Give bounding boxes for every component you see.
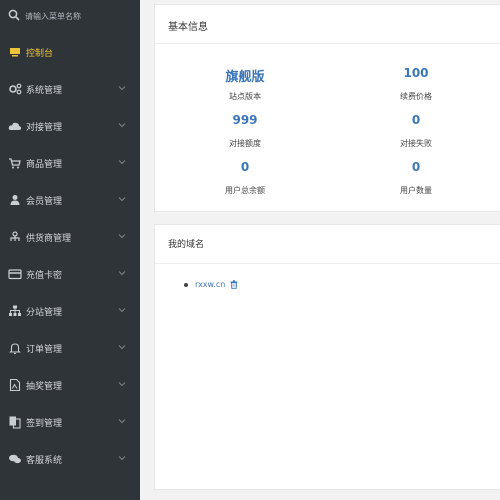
divider [155, 43, 500, 44]
trash-icon[interactable] [230, 280, 238, 289]
user-icon [10, 195, 20, 205]
bullet [184, 282, 188, 287]
card-title: 我的域名 [168, 240, 205, 250]
divider [155, 263, 500, 264]
chevron-down-icon [118, 419, 126, 424]
chevron-down-icon [118, 86, 126, 91]
sidebar-item-suppliers[interactable]: 供货商管理 [0, 219, 140, 255]
sidebar-item-members[interactable]: 会员管理 [0, 182, 140, 218]
sidebar-item-substations[interactable]: 分站管理 [0, 293, 140, 329]
card-title: 基本信息 [168, 22, 208, 33]
sidebar-item-label: 订单管理 [26, 345, 63, 355]
stat-label-docking-quota: 对接额度 [229, 139, 261, 148]
sidebar-item-label: 控制台 [26, 49, 54, 59]
stat-label-renewal-price: 续费价格 [400, 92, 432, 101]
sidebar-item-label: 系统管理 [26, 86, 63, 96]
sidebar-item-label: 抽奖管理 [26, 382, 63, 392]
sidebar: 请输入菜单名称 控制台 系统管理 对接管理 商品管理 会员管理 供货商管理 充值… [0, 0, 140, 500]
sidebar-item-dashboard[interactable]: 控制台 [0, 34, 140, 70]
sidebar-item-label: 会员管理 [26, 197, 63, 207]
sidebar-item-lottery[interactable]: 抽奖管理 [0, 367, 140, 403]
stat-value-renewal-price: 100 [403, 66, 429, 80]
cart-icon [9, 158, 21, 169]
chevron-down-icon [118, 123, 126, 128]
monitor-icon [10, 48, 20, 57]
sidebar-item-label: 客服系统 [26, 456, 63, 466]
document-icon [9, 378, 21, 392]
cloud-icon [8, 122, 22, 130]
my-domains-card: 我的域名 rxxw.cn [154, 224, 500, 490]
sidebar-item-orders[interactable]: 订单管理 [0, 330, 140, 366]
chat-icon [9, 454, 21, 464]
sidebar-item-recharge-cards[interactable]: 充值卡密 [0, 256, 140, 292]
sidebar-item-checkin[interactable]: 签到管理 [0, 404, 140, 440]
search-placeholder: 请输入菜单名称 [25, 12, 81, 21]
card-icon [8, 269, 22, 280]
chevron-down-icon [118, 456, 126, 461]
sidebar-item-customer-service[interactable]: 客服系统 [0, 441, 140, 477]
sidebar-item-label: 签到管理 [26, 419, 63, 429]
chevron-down-icon [118, 382, 126, 387]
chevron-down-icon [118, 197, 126, 202]
sidebar-item-label: 分站管理 [26, 308, 63, 318]
gears-icon [9, 83, 22, 95]
chevron-down-icon [118, 271, 126, 276]
sitemap-icon [9, 305, 21, 316]
stat-value-user-balance: 0 [240, 160, 250, 174]
sidebar-item-docking[interactable]: 对接管理 [0, 108, 140, 144]
sidebar-item-products[interactable]: 商品管理 [0, 145, 140, 181]
basic-info-card: 基本信息 旗舰版 站点版本 100 续费价格 999 对接额度 0 对接失败 0… [154, 4, 500, 212]
sidebar-item-label: 对接管理 [26, 123, 63, 133]
supplier-icon [10, 231, 20, 241]
stat-label-user-balance: 用户总余额 [225, 186, 265, 195]
sidebar-item-label: 商品管理 [26, 160, 63, 170]
chevron-down-icon [118, 160, 126, 165]
main-content: 基本信息 旗舰版 站点版本 100 续费价格 999 对接额度 0 对接失败 0… [140, 0, 500, 500]
stat-label-version: 站点版本 [229, 92, 261, 101]
stat-value-version: 旗舰版 [225, 70, 265, 85]
sidebar-item-label: 供货商管理 [26, 234, 72, 244]
stat-label-user-count: 用户数量 [400, 186, 432, 195]
domain-link[interactable]: rxxw.cn [195, 280, 225, 289]
chevron-down-icon [118, 234, 126, 239]
list-item: rxxw.cn [184, 280, 238, 289]
search-icon [8, 9, 20, 21]
stat-label-docking-failed: 对接失败 [400, 139, 432, 148]
bell-icon [9, 343, 21, 355]
chevron-down-icon [118, 345, 126, 350]
menu-search[interactable]: 请输入菜单名称 [0, 0, 140, 34]
stat-value-docking-failed: 0 [411, 113, 421, 127]
stat-value-user-count: 0 [411, 160, 421, 174]
sidebar-item-system[interactable]: 系统管理 [0, 71, 140, 107]
chevron-down-icon [118, 308, 126, 313]
stat-value-docking-quota: 999 [232, 113, 258, 127]
copy-icon [9, 416, 21, 429]
sidebar-item-label: 充值卡密 [26, 271, 63, 281]
